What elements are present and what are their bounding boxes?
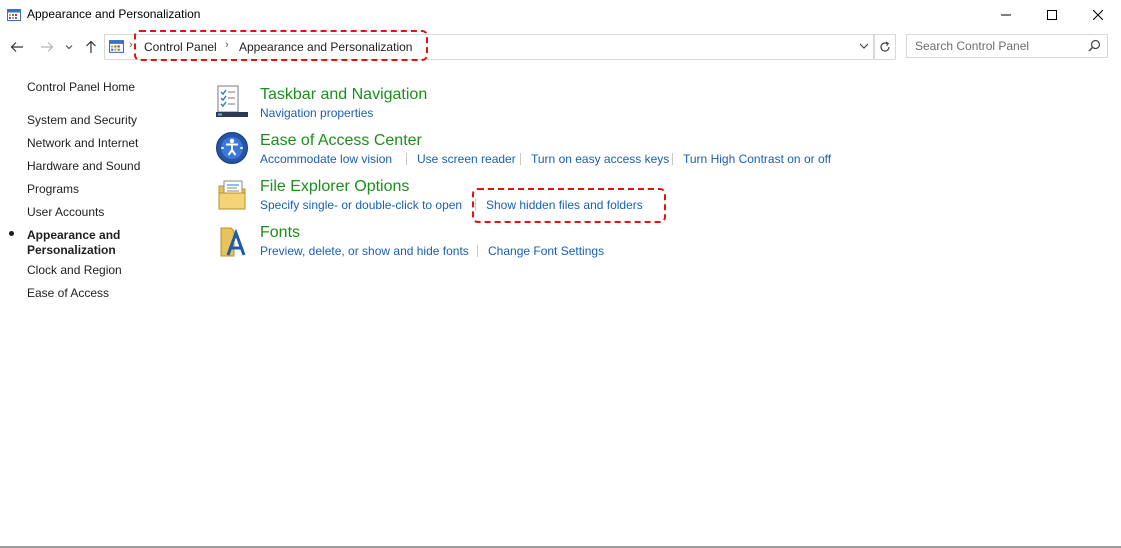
link-separator — [672, 153, 673, 165]
back-button[interactable] — [6, 34, 28, 60]
category-title-ease-of-access-center[interactable]: Ease of Access Center — [260, 132, 422, 150]
up-button[interactable] — [80, 34, 102, 60]
address-bar[interactable]: › Control Panel › Appearance and Persona… — [104, 34, 874, 60]
minimize-button[interactable] — [983, 0, 1029, 30]
taskbar-icon[interactable] — [215, 84, 249, 118]
sidebar-item-programs[interactable]: Programs — [27, 182, 79, 196]
chevron-right-icon[interactable]: › — [129, 39, 133, 51]
arrow-left-icon — [10, 42, 23, 52]
breadcrumb-appearance-and-personalization[interactable]: Appearance and Personalization — [239, 40, 412, 54]
arrow-up-icon — [86, 40, 96, 53]
link-separator — [406, 153, 407, 165]
navigation-bar: › Control Panel › Appearance and Persona… — [0, 34, 1121, 60]
forward-button[interactable] — [36, 34, 58, 60]
fonts-icon[interactable] — [215, 224, 249, 258]
chevron-down-icon — [65, 45, 73, 50]
task-link-show-hidden-files-and-folders[interactable]: Show hidden files and folders — [486, 198, 643, 212]
link-separator — [520, 153, 521, 165]
control-panel-icon — [109, 40, 124, 53]
task-link-navigation-properties[interactable]: Navigation properties — [260, 106, 373, 120]
sidebar-item-ease-of-access[interactable]: Ease of Access — [27, 286, 109, 300]
address-dropdown-button[interactable] — [859, 39, 869, 58]
maximize-icon — [1047, 10, 1057, 20]
sidebar-item-appearance-and-personalization[interactable]: Appearance and Personalization — [27, 228, 147, 258]
ease-of-access-icon[interactable] — [215, 131, 249, 165]
category-title-taskbar-and-navigation[interactable]: Taskbar and Navigation — [260, 86, 427, 104]
search-icon[interactable] — [1088, 39, 1101, 57]
sidebar-item-user-accounts[interactable]: User Accounts — [27, 205, 104, 219]
sidebar-item-system-and-security[interactable]: System and Security — [27, 113, 137, 127]
chevron-down-icon — [859, 43, 869, 49]
control-panel-icon — [7, 8, 21, 21]
chevron-right-icon[interactable]: › — [225, 39, 229, 51]
active-indicator — [9, 231, 14, 236]
breadcrumb-control-panel[interactable]: Control Panel — [144, 40, 217, 54]
title-bar: Appearance and Personalization — [0, 0, 1121, 30]
task-link-accommodate-low-vision[interactable]: Accommodate low vision — [260, 152, 392, 166]
task-link-specify-single-or-double-click[interactable]: Specify single- or double-click to open — [260, 198, 462, 212]
task-link-preview-delete-show-hide-fonts[interactable]: Preview, delete, or show and hide fonts — [260, 244, 469, 258]
arrow-right-icon — [41, 42, 54, 52]
sidebar-item-network-and-internet[interactable]: Network and Internet — [27, 136, 138, 150]
sidebar-item-hardware-and-sound[interactable]: Hardware and Sound — [27, 159, 140, 173]
task-link-turn-high-contrast-on-or-off[interactable]: Turn High Contrast on or off — [683, 152, 831, 166]
category-title-file-explorer-options[interactable]: File Explorer Options — [260, 178, 409, 196]
task-link-change-font-settings[interactable]: Change Font Settings — [488, 244, 604, 258]
sidebar-home-link[interactable]: Control Panel Home — [27, 80, 135, 94]
search-box[interactable] — [906, 34, 1108, 58]
recent-locations-button[interactable] — [62, 34, 76, 60]
minimize-icon — [1001, 14, 1011, 16]
refresh-button[interactable] — [874, 34, 896, 60]
search-input[interactable] — [915, 38, 1085, 54]
refresh-icon — [880, 41, 890, 52]
close-button[interactable] — [1075, 0, 1121, 30]
maximize-button[interactable] — [1029, 0, 1075, 30]
folder-options-icon[interactable] — [215, 178, 249, 212]
category-title-fonts[interactable]: Fonts — [260, 224, 300, 242]
close-icon — [1093, 10, 1103, 20]
task-link-use-screen-reader[interactable]: Use screen reader — [417, 152, 516, 166]
window-title: Appearance and Personalization — [27, 7, 201, 21]
sidebar-item-clock-and-region[interactable]: Clock and Region — [27, 263, 122, 277]
link-separator — [477, 245, 478, 257]
task-link-turn-on-easy-access-keys[interactable]: Turn on easy access keys — [531, 152, 669, 166]
link-separator — [475, 199, 476, 211]
